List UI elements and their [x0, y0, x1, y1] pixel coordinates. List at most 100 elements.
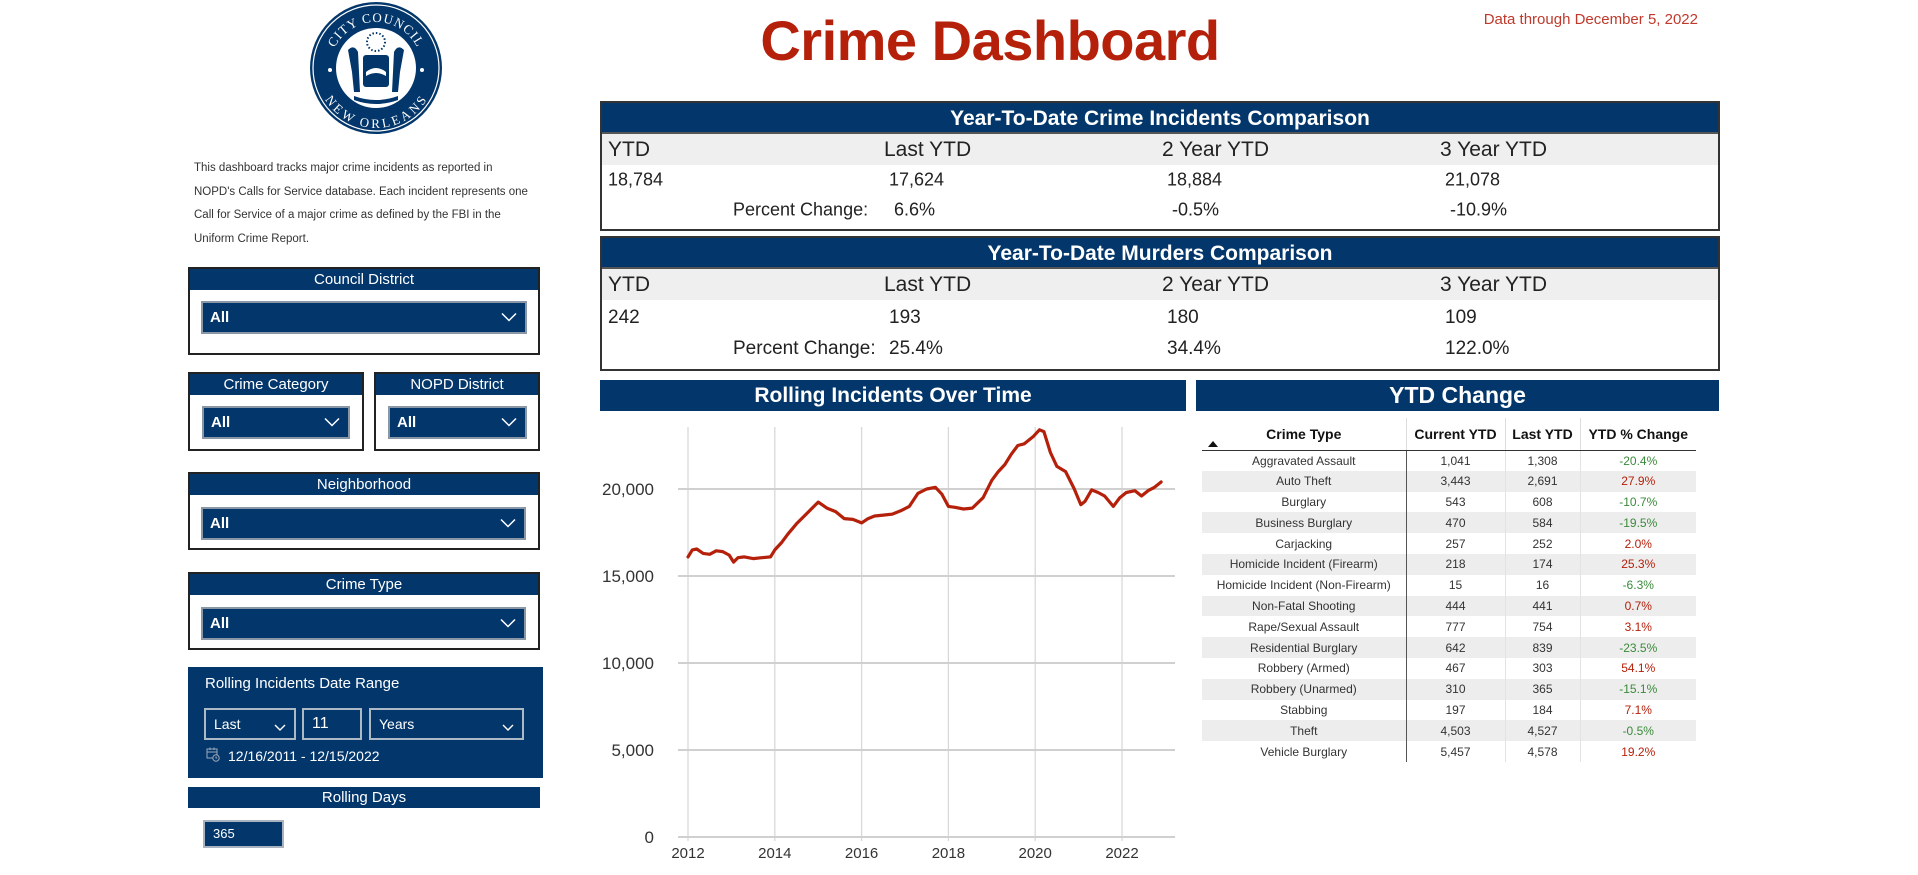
rolling-incidents-chart-title: Rolling Incidents Over Time [600, 380, 1186, 411]
nopd-district-slicer: NOPD District All [374, 372, 540, 451]
current-ytd-cell: 444 [1406, 595, 1506, 617]
neighborhood-label: Neighborhood [190, 474, 538, 495]
table-row: Residential Burglary 642 839 -23.5% [1202, 637, 1696, 658]
y-tick-label: 10,000 [602, 654, 654, 673]
crime-type-cell: Auto Theft [1202, 470, 1407, 492]
council-district-dropdown[interactable]: All [201, 301, 527, 334]
table-row: Rape/Sexual Assault 777 754 3.1% [1202, 616, 1696, 638]
neighborhood-slicer: Neighborhood All [188, 472, 540, 550]
crime-type-cell: Residential Burglary [1202, 637, 1407, 658]
incidents-ytd-value: 18,784 [608, 169, 664, 190]
incidents-comparison-card: Year-To-Date Crime Incidents Comparison … [600, 101, 1720, 231]
sort-ascending-icon[interactable] [1208, 440, 1218, 447]
current-ytd-cell: 4,503 [1406, 720, 1506, 742]
ytd-change-header-row: Crime Type Current YTD Last YTD YTD % Ch… [1202, 418, 1696, 451]
crime-type-cell: Business Burglary [1202, 512, 1407, 534]
murders-last-ytd-pct: 25.4% [889, 338, 943, 359]
crime-category-dropdown[interactable]: All [202, 406, 350, 439]
col-header-ytd-pct-change[interactable]: YTD % Change [1579, 418, 1696, 451]
x-tick-label: 2018 [932, 845, 965, 862]
col-header-crime-type[interactable]: Crime Type [1202, 418, 1406, 451]
incidents-2yr-ytd-value: 18,884 [1167, 169, 1223, 190]
table-row: Business Burglary 470 584 -19.5% [1202, 512, 1696, 534]
y-tick-label: 0 [645, 828, 654, 847]
nopd-district-value: All [397, 414, 417, 431]
crime-type-cell: Theft [1202, 720, 1407, 742]
incidents-col-last-ytd: Last YTD [884, 137, 972, 161]
ytd-pct-change-cell: -10.7% [1619, 494, 1658, 509]
chevron-down-icon [274, 719, 286, 731]
murders-col-3yr-ytd: 3 Year YTD [1440, 272, 1548, 296]
ytd-pct-change-cell: 19.2% [1621, 744, 1656, 759]
incidents-col-2yr-ytd: 2 Year YTD [1162, 137, 1270, 161]
x-tick-label: 2014 [758, 845, 791, 862]
table-row: Vehicle Burglary 5,457 4,578 19.2% [1202, 741, 1696, 762]
col-header-current-ytd[interactable]: Current YTD [1405, 418, 1505, 451]
rolling-incidents-chart-svg: 2012 2014 2016 2018 2020 2022 0 5,000 10,000 15,0… [602, 427, 1175, 862]
current-ytd-cell: 470 [1406, 512, 1506, 534]
murders-3yr-ytd-value: 109 [1445, 307, 1477, 328]
last-ytd-cell: 839 [1505, 637, 1581, 658]
table-row: Homicide Incident (Non-Firearm) 15 16 -6.3% [1202, 574, 1696, 596]
last-ytd-cell: 1,308 [1505, 450, 1581, 471]
col-header-crime-type-label: Crime Type [1266, 425, 1342, 442]
crime-type-dropdown[interactable]: All [201, 607, 526, 640]
murders-percent-label: Percent Change: [733, 338, 876, 359]
incidents-2yr-ytd-pct: -0.5% [1172, 199, 1220, 220]
table-row: Burglary 543 608 -10.7% [1202, 491, 1696, 513]
calendar-icon [206, 747, 220, 765]
incidents-percent-label: Percent Change: [733, 199, 869, 220]
current-ytd-cell: 467 [1406, 657, 1506, 679]
x-tick-label: 2016 [845, 845, 878, 862]
neighborhood-dropdown[interactable]: All [201, 507, 526, 540]
ytd-pct-change-cell: 2.0% [1624, 536, 1652, 551]
crime-category-label: Crime Category [190, 374, 362, 395]
current-ytd-cell: 3,443 [1406, 470, 1506, 492]
ytd-pct-change-cell: -0.5% [1580, 720, 1696, 742]
crime-type-cell: Burglary [1202, 491, 1407, 513]
table-row: Auto Theft 3,443 2,691 27.9% [1202, 470, 1696, 492]
last-ytd-cell: 16 [1505, 574, 1581, 596]
crime-type-cell: Homicide Incident (Firearm) [1202, 553, 1407, 575]
ytd-change-table: Crime Type Current YTD Last YTD YTD % Ch… [1202, 418, 1696, 762]
murders-comparison-title: Year-To-Date Murders Comparison [602, 238, 1718, 269]
table-row: Robbery (Unarmed) 310 365 -15.1% [1202, 678, 1696, 700]
date-range-count-input[interactable]: 11 [302, 708, 362, 740]
rolling-incidents-chart: 2012 2014 2016 2018 2020 2022 0 5,000 10,000 15,0… [600, 411, 1190, 875]
current-ytd-cell: 5,457 [1406, 741, 1506, 762]
crime-type-cell: Robbery (Armed) [1202, 657, 1407, 679]
crime-type-cell: Aggravated Assault [1202, 450, 1407, 471]
incidents-last-ytd-pct: 6.6% [894, 199, 936, 220]
incidents-last-ytd-value: 17,624 [889, 169, 945, 190]
murders-2yr-ytd-pct: 34.4% [1167, 338, 1221, 359]
last-ytd-cell: 754 [1505, 616, 1581, 638]
date-range-count-value: 11 [312, 715, 329, 732]
incidents-comparison-title: Year-To-Date Crime Incidents Comparison [602, 103, 1718, 134]
ytd-pct-change-cell: 27.9% [1580, 470, 1696, 492]
col-header-last-ytd[interactable]: Last YTD [1504, 418, 1580, 451]
last-ytd-cell: 584 [1505, 512, 1581, 534]
current-ytd-cell: 257 [1406, 533, 1506, 554]
ytd-pct-change-cell: -20.4% [1619, 453, 1658, 468]
murders-3yr-ytd-pct: 122.0% [1445, 338, 1510, 359]
current-ytd-cell: 310 [1406, 678, 1506, 700]
crime-type-value: All [210, 615, 230, 632]
incidents-col-3yr-ytd: 3 Year YTD [1440, 137, 1548, 161]
incidents-3yr-ytd-value: 21,078 [1445, 169, 1501, 190]
ytd-pct-change-cell: 0.7% [1580, 595, 1696, 617]
crime-type-cell: Non-Fatal Shooting [1202, 595, 1407, 617]
table-row: Robbery (Armed) 467 303 54.1% [1202, 657, 1696, 679]
date-range-relative-dropdown[interactable]: Last [204, 708, 296, 740]
page-title: Crime Dashboard [760, 9, 1220, 72]
table-row: Carjacking 257 252 2.0% [1202, 533, 1696, 554]
table-row: Theft 4,503 4,527 -0.5% [1202, 720, 1696, 742]
chevron-down-icon [501, 417, 517, 427]
dashboard-description: This dashboard tracks major crime incide… [194, 162, 528, 245]
nopd-district-dropdown[interactable]: All [388, 406, 527, 439]
date-range-unit-dropdown[interactable]: Years [369, 708, 524, 740]
table-row: Aggravated Assault 1,041 1,308 -20.4% [1202, 450, 1696, 471]
rolling-days-input[interactable]: 365 [203, 820, 284, 848]
x-tick-label: 2022 [1105, 845, 1138, 862]
crime-type-label: Crime Type [190, 574, 538, 595]
x-tick-label: 2020 [1019, 845, 1052, 862]
